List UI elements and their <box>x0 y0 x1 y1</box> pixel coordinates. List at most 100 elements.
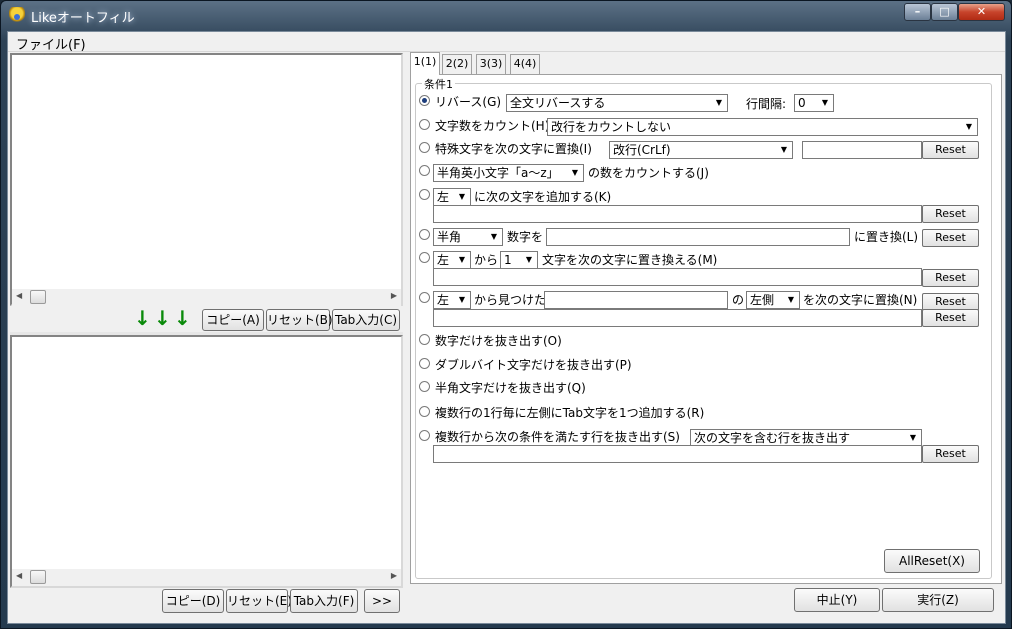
add-side-select[interactable]: 左 ▼ <box>433 188 471 206</box>
scroll-thumb[interactable] <box>30 570 46 584</box>
count-select[interactable]: 1 ▼ <box>500 251 538 269</box>
menu-file[interactable]: ファイル(F) <box>16 34 86 53</box>
maximize-button[interactable]: □ <box>931 3 958 21</box>
tab-3[interactable]: 3(3) <box>476 54 506 74</box>
interval-select[interactable]: 0 ▼ <box>794 94 834 112</box>
radio-add-chars[interactable] <box>419 189 430 200</box>
add-chars-input[interactable] <box>433 205 922 223</box>
interval-value: 0 <box>798 96 806 110</box>
chevron-down-icon[interactable]: ▼ <box>961 119 977 135</box>
reset-button[interactable]: Reset <box>922 205 979 223</box>
radio-special-chars[interactable] <box>419 142 430 153</box>
radio-double-byte[interactable] <box>419 358 430 369</box>
window-title: Likeオートフィル <box>31 11 135 26</box>
input-h-scrollbar[interactable]: ◀ ▶ <box>12 289 401 306</box>
find-replace-input[interactable] <box>433 309 922 327</box>
chevron-down-icon[interactable]: ▼ <box>817 95 833 111</box>
replace-side-select[interactable]: 左 ▼ <box>433 251 471 269</box>
replace-label[interactable]: に置き換(L) <box>854 228 918 245</box>
tab-1[interactable]: 1(1) <box>410 52 440 75</box>
radio-add-tab[interactable] <box>419 406 430 417</box>
chevron-down-icon[interactable]: ▼ <box>486 229 502 245</box>
all-reset-button[interactable]: AllReset(X) <box>884 549 980 573</box>
numbers-input[interactable] <box>546 228 850 246</box>
reverse-mode-select[interactable]: 全文リバースする ▼ <box>506 94 728 112</box>
double-byte-label[interactable]: ダブルバイト文字だけを抜き出す(P) <box>435 356 632 373</box>
reverse-mode-value: 全文リバースする <box>510 96 606 110</box>
width-value: 半角 <box>437 230 462 244</box>
chevron-down-icon[interactable]: ▼ <box>776 142 792 158</box>
find-input[interactable] <box>544 291 728 309</box>
tab-4[interactable]: 4(4) <box>510 54 540 74</box>
line-filter-input[interactable] <box>433 445 922 463</box>
chevron-down-icon[interactable]: ▼ <box>567 165 583 181</box>
replace-n-input[interactable] <box>433 268 922 286</box>
scroll-right-icon[interactable]: ▶ <box>391 571 397 580</box>
reset-button[interactable]: Reset <box>922 269 979 287</box>
chevron-down-icon[interactable]: ▼ <box>454 252 470 268</box>
chevron-down-icon[interactable]: ▼ <box>783 292 799 308</box>
interval-label: 行間隔: <box>746 97 787 111</box>
add-chars-label[interactable]: に次の文字を追加する(K) <box>474 188 611 205</box>
reset-e-button[interactable]: リセット(E) <box>226 589 292 613</box>
scroll-thumb[interactable] <box>30 290 46 304</box>
radio-count-chars[interactable] <box>419 119 430 130</box>
reset-button[interactable]: Reset <box>922 141 979 159</box>
scroll-left-icon[interactable]: ◀ <box>16 291 22 300</box>
copy-d-button[interactable]: コピー(D) <box>162 589 224 613</box>
tab-input-f-button[interactable]: Tab入力(F) <box>290 589 358 613</box>
reset-button[interactable]: Reset <box>922 229 979 247</box>
scroll-right-icon[interactable]: ▶ <box>391 291 397 300</box>
replace-side-value: 左 <box>437 253 450 267</box>
count-type-label[interactable]: の数をカウントする(J) <box>588 164 709 181</box>
replace-n-label[interactable]: 文字を次の文字に置き換える(M) <box>542 251 717 268</box>
chevron-down-icon[interactable]: ▼ <box>521 252 537 268</box>
add-tab-label[interactable]: 複数行の1行毎に左側にTab文字を1つ追加する(R) <box>435 404 704 421</box>
tab-2[interactable]: 2(2) <box>442 54 472 74</box>
radio-numbers[interactable] <box>419 229 430 240</box>
radio-replace-n[interactable] <box>419 252 430 263</box>
chevron-down-icon[interactable]: ▼ <box>454 292 470 308</box>
radio-find-replace[interactable] <box>419 292 430 303</box>
special-char-select[interactable]: 改行(CrLf) ▼ <box>609 141 793 159</box>
extract-lines-label[interactable]: 複数行から次の条件を満たす行を抜き出す(S) <box>435 428 680 445</box>
width-select[interactable]: 半角 ▼ <box>433 228 503 246</box>
stop-button[interactable]: 中止(Y) <box>794 588 880 612</box>
reset-b-button[interactable]: リセット(B) <box>266 309 333 331</box>
reset-button[interactable]: Reset <box>922 309 979 327</box>
find-side-select[interactable]: 左 ▼ <box>433 291 471 309</box>
count-chars-label[interactable]: 文字数をカウント(H) <box>435 117 549 134</box>
close-button[interactable]: ✕ <box>958 3 1005 21</box>
special-chars-label[interactable]: 特殊文字を次の文字に置換(I) <box>435 140 592 157</box>
menu-bar: ファイル(F) <box>8 32 1005 53</box>
copy-a-button[interactable]: コピー(A) <box>202 309 264 331</box>
run-button[interactable]: 実行(Z) <box>882 588 994 612</box>
reset-button[interactable]: Reset <box>922 445 979 463</box>
condition-group: 条件1 リバース(G) 全文リバースする ▼ 行間隔: 0 ▼ 文字数をカウント(H… <box>415 76 992 579</box>
special-replace-input[interactable] <box>802 141 922 159</box>
reverse-label[interactable]: リバース(G) <box>435 93 501 110</box>
radio-count-type[interactable] <box>419 165 430 176</box>
radio-half-width[interactable] <box>419 381 430 392</box>
tab-input-c-button[interactable]: Tab入力(C) <box>332 309 400 331</box>
scroll-left-icon[interactable]: ◀ <box>16 571 22 580</box>
find-replace-label[interactable]: を次の文字に置換(N) <box>803 291 917 308</box>
chevron-down-icon[interactable]: ▼ <box>905 430 921 446</box>
char-type-select[interactable]: 半角英小文字「a～z」 ▼ <box>433 164 584 182</box>
radio-reverse[interactable] <box>419 95 430 106</box>
digits-only-label[interactable]: 数字だけを抜き出す(O) <box>435 332 562 349</box>
output-h-scrollbar[interactable]: ◀ ▶ <box>12 569 401 586</box>
radio-extract-lines[interactable] <box>419 430 430 441</box>
output-text-area[interactable] <box>10 335 403 588</box>
count-mode-select[interactable]: 改行をカウントしない ▼ <box>547 118 978 136</box>
half-width-label[interactable]: 半角文字だけを抜き出す(Q) <box>435 379 586 396</box>
chevron-down-icon[interactable]: ▼ <box>711 95 727 111</box>
numbers-label: 数字を <box>507 230 544 244</box>
position-select[interactable]: 左側 ▼ <box>746 291 800 309</box>
more-button[interactable]: >> <box>364 589 400 613</box>
find-side-value: 左 <box>437 293 450 307</box>
minimize-button[interactable]: – <box>904 3 931 21</box>
input-text-area[interactable] <box>10 53 403 306</box>
chevron-down-icon[interactable]: ▼ <box>454 189 470 205</box>
radio-digits-only[interactable] <box>419 334 430 345</box>
